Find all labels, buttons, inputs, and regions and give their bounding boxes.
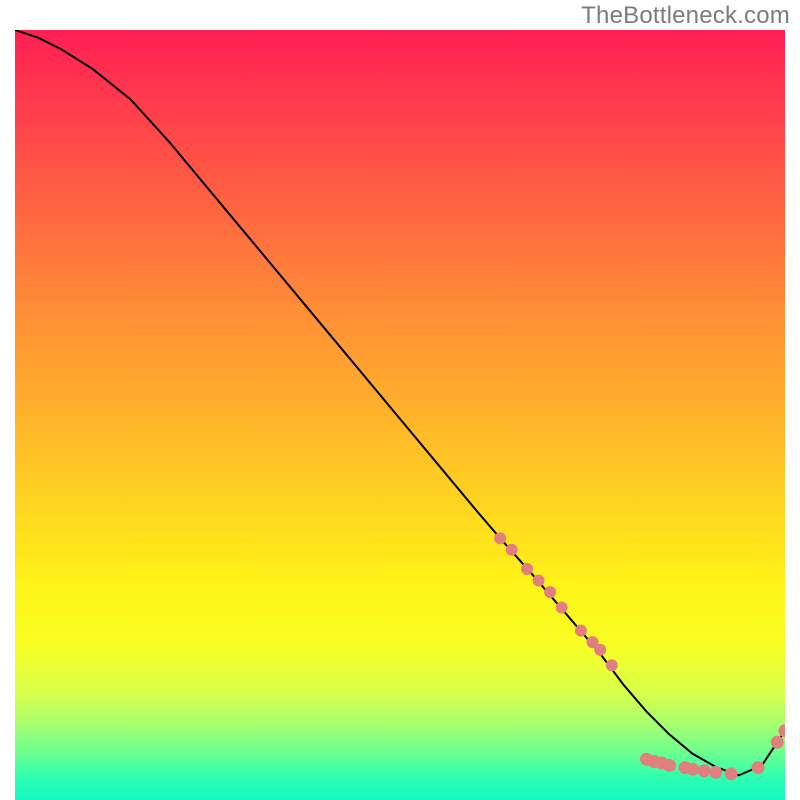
- plot-border: [15, 30, 785, 800]
- watermark-text: TheBottleneck.com: [581, 2, 790, 30]
- chart-container: TheBottleneck.com: [0, 0, 800, 800]
